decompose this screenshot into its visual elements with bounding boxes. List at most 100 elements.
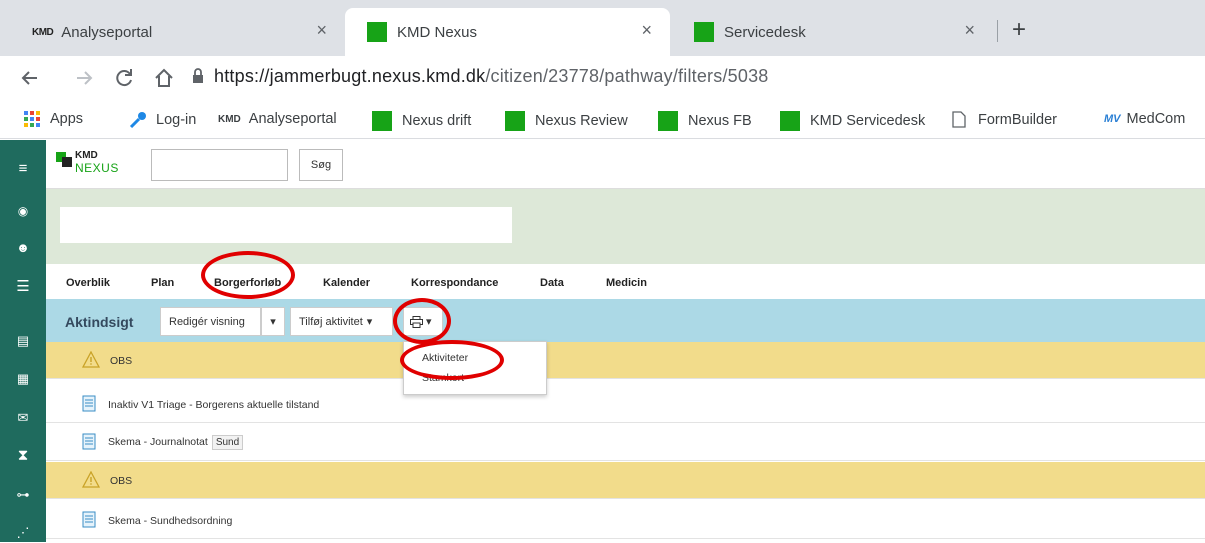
list-icon[interactable]: ☰ <box>13 277 33 297</box>
apps-grid-icon <box>24 111 40 127</box>
hamburger-menu-icon[interactable]: ≡ <box>13 159 33 179</box>
print-button[interactable]: ▾ <box>403 307 443 336</box>
logo-nexus-text: NEXUS <box>75 161 119 175</box>
bookmark-label: Nexus drift <box>402 113 472 129</box>
url-host: https://jammerbugt.nexus.kmd.dk <box>214 66 486 86</box>
list-item[interactable]: Skema - Sundhedsordning <box>46 502 1205 539</box>
medcom-logo-icon: MV <box>1104 113 1121 125</box>
url-path: /citizen/23778/pathway/filters/5038 <box>485 66 769 86</box>
add-activity-button[interactable]: Tilføj aktivitet ▾ <box>290 307 393 336</box>
tab-title: Analyseportal <box>61 23 153 41</box>
bookmark-analyseportal[interactable]: KMD Analyseportal <box>218 111 337 127</box>
kmd-logo-icon: KMD <box>218 113 241 125</box>
tab-borgerforloeb[interactable]: Borgerforløb <box>214 277 281 289</box>
tab-data[interactable]: Data <box>540 277 564 289</box>
new-tab-button[interactable]: + <box>1012 16 1026 44</box>
url-field[interactable]: https://jammerbugt.nexus.kmd.dk/citizen/… <box>214 66 769 87</box>
document-icon <box>82 433 96 450</box>
key-icon <box>129 112 146 129</box>
lock-icon[interactable] <box>192 68 204 84</box>
page-icon <box>952 111 966 128</box>
citizen-nav-tabs: Overblik Plan Borgerforløb Kalender Korr… <box>46 264 1205 299</box>
forward-arrow-icon[interactable] <box>74 68 94 88</box>
document-icon <box>82 511 96 528</box>
tab-kalender[interactable]: Kalender <box>323 277 370 289</box>
pathway-toolbar: Aktindsigt Redigér visning ▾ Tilføj akti… <box>46 299 1205 342</box>
bookmark-medcom[interactable]: MV MedCom <box>1104 111 1185 127</box>
browser-tab-analyseportal[interactable]: KMD Analyseportal × <box>10 8 345 56</box>
list-item[interactable]: Skema - Journalnotat Sund <box>46 424 1205 461</box>
list-item[interactable]: OBS <box>46 462 1205 499</box>
edit-view-dropdown-button[interactable]: ▾ <box>261 307 285 336</box>
hourglass-icon[interactable]: ⧗ <box>13 446 33 466</box>
green-square-icon <box>372 111 392 131</box>
tab-title: KMD Nexus <box>397 23 478 41</box>
bookmark-label: Analyseportal <box>248 111 337 127</box>
chevron-down-icon: ▾ <box>270 316 276 328</box>
bookmark-nexus-fb[interactable]: Nexus FB <box>658 111 752 131</box>
green-square-icon <box>658 111 678 131</box>
tab-plan[interactable]: Plan <box>151 277 174 289</box>
tag-badge: Sund <box>211 435 244 450</box>
bookmarks-bar: Apps Log-in KMD Analyseportal Nexus drif… <box>0 101 1205 139</box>
building-icon[interactable]: ▦ <box>13 369 33 389</box>
mail-icon[interactable]: ✉ <box>13 408 33 428</box>
app-sidebar: ≡ ◉ ☻ ☰ ▤ ▦ ✉ ⧗ ⊶ ⋰ <box>0 140 46 542</box>
tab-korrespondance[interactable]: Korrespondance <box>411 277 498 289</box>
list-item-label: Inaktiv V1 Triage - Borgerens aktuelle t… <box>108 399 320 411</box>
reload-icon[interactable] <box>113 67 135 89</box>
bookmark-kmd-servicedesk[interactable]: KMD Servicedesk <box>780 111 925 131</box>
list-item[interactable]: Inaktiv V1 Triage - Borgerens aktuelle t… <box>46 386 1205 423</box>
browser-tab-servicedesk[interactable]: Servicedesk × <box>672 8 997 56</box>
close-tab-icon[interactable]: × <box>964 20 975 41</box>
usb-icon[interactable]: ⊶ <box>13 485 33 505</box>
list-item[interactable]: OBS <box>46 342 1205 379</box>
bookmark-label: MedCom <box>1126 111 1186 127</box>
bookmark-nexus-drift[interactable]: Nexus drift <box>372 111 471 131</box>
bookmark-label: KMD Servicedesk <box>810 113 926 129</box>
add-activity-label: Tilføj aktivitet <box>299 315 363 328</box>
citizens-icon[interactable]: ☻ <box>13 238 33 258</box>
address-bar-row: https://jammerbugt.nexus.kmd.dk/citizen/… <box>0 56 1205 101</box>
back-arrow-icon[interactable] <box>20 68 40 88</box>
list-item-label: OBS <box>110 355 133 367</box>
logo-kmd-text: KMD <box>75 150 98 161</box>
citizen-name-field <box>60 207 512 243</box>
chevron-down-icon: ▾ <box>426 316 432 328</box>
chevron-down-icon: ▾ <box>366 316 373 328</box>
document-icon <box>82 395 96 412</box>
eye-icon[interactable]: ◉ <box>13 201 33 221</box>
bookmark-label: Nexus Review <box>535 113 628 129</box>
bookmark-label: FormBuilder <box>978 111 1057 128</box>
edit-view-button[interactable]: Redigér visning <box>160 307 261 336</box>
menu-item-aktiviteter[interactable]: Aktiviteter <box>422 352 468 364</box>
kmd-nexus-logo[interactable]: KMD NEXUS <box>56 150 126 176</box>
tab-medicin[interactable]: Medicin <box>606 277 647 289</box>
view-title: Aktindsigt <box>65 314 134 330</box>
citizen-header <box>46 189 1205 264</box>
list-item-label: Skema - Journalnotat Sund <box>108 435 244 450</box>
green-square-icon <box>367 22 387 42</box>
warning-icon <box>82 471 100 488</box>
list-item-label: Skema - Sundhedsordning <box>108 515 233 527</box>
close-tab-icon[interactable]: × <box>641 20 652 41</box>
browser-tab-kmd-nexus[interactable]: KMD Nexus × <box>345 8 670 56</box>
close-tab-icon[interactable]: × <box>316 20 327 41</box>
kmd-favicon: KMD <box>32 26 54 38</box>
calendar-icon[interactable]: ▤ <box>13 331 33 351</box>
bookmark-formbuilder[interactable]: FormBuilder <box>952 111 1057 128</box>
menu-item-stamkort[interactable]: Stamkort <box>422 372 464 384</box>
share-icon[interactable]: ⋰ <box>13 523 33 543</box>
list-item-label: OBS <box>110 475 133 487</box>
tab-separator <box>997 20 998 42</box>
browser-tab-strip: KMD Analyseportal × KMD Nexus × Serviced… <box>0 0 1205 56</box>
bookmark-log-in[interactable]: Log-in <box>128 111 196 129</box>
tab-overblik[interactable]: Overblik <box>66 277 110 289</box>
print-dropdown-menu: Aktiviteter Stamkort <box>403 341 547 395</box>
home-icon[interactable] <box>153 67 175 89</box>
bookmark-nexus-review[interactable]: Nexus Review <box>505 111 628 131</box>
bookmark-apps[interactable]: Apps <box>24 111 83 127</box>
green-square-icon <box>505 111 525 131</box>
search-input[interactable] <box>151 149 288 181</box>
search-button[interactable]: Søg <box>299 149 343 181</box>
